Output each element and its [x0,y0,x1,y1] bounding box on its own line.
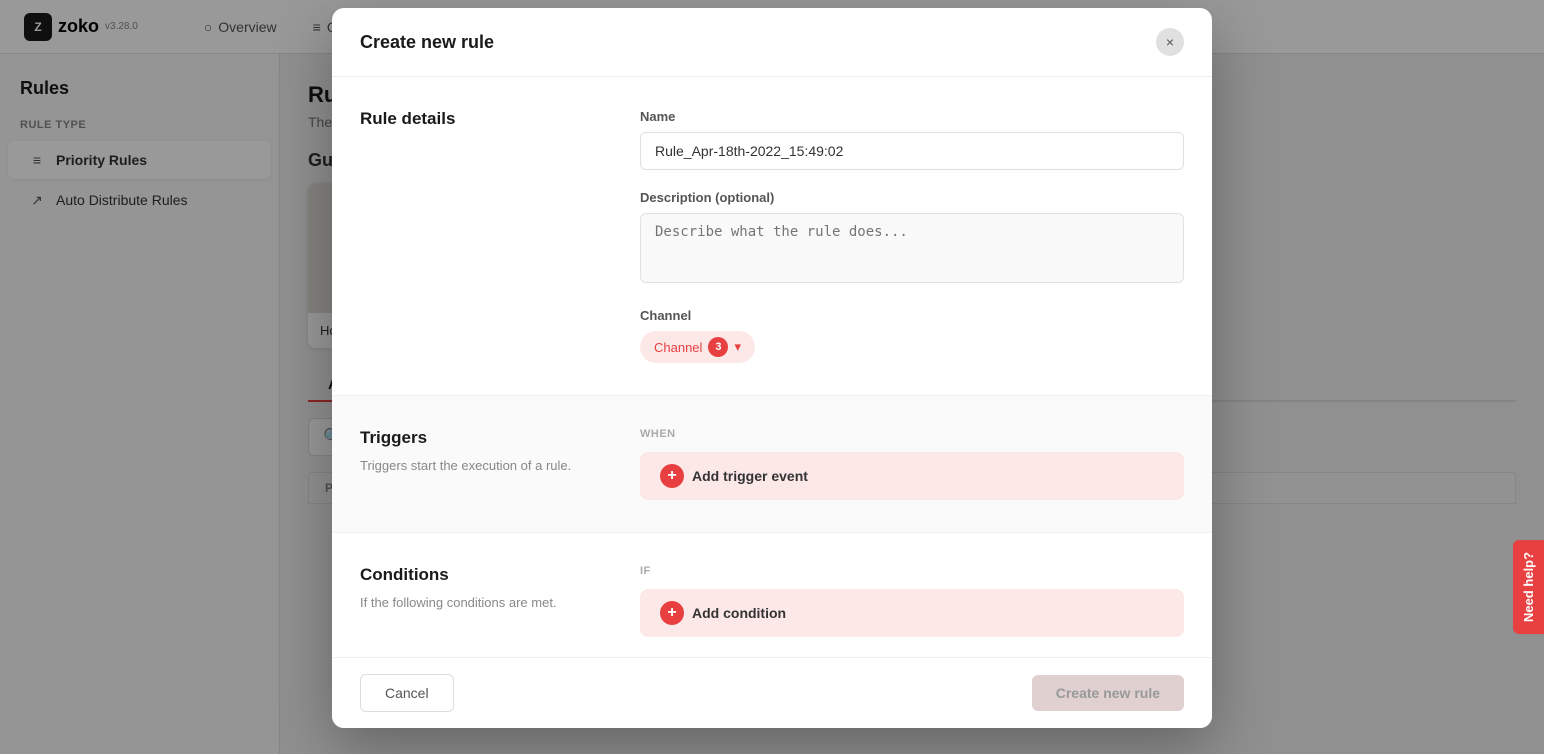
create-rule-modal: Create new rule × Rule details Name Desc… [332,8,1212,728]
modal-body[interactable]: Rule details Name Description (optional)… [332,77,1212,657]
rule-name-input[interactable] [640,132,1184,170]
rule-details-heading: Rule details [360,109,600,129]
add-condition-icon: + [660,601,684,625]
description-input[interactable] [640,213,1184,283]
add-trigger-label: Add trigger event [692,468,808,484]
cancel-button[interactable]: Cancel [360,674,454,712]
triggers-section: Triggers Triggers start the execution of… [332,396,1212,533]
channel-selector[interactable]: Channel 3 ▾ [640,331,755,363]
triggers-right: WHEN + Add trigger event [640,428,1184,500]
add-condition-label: Add condition [692,605,786,621]
create-rule-button[interactable]: Create new rule [1032,675,1184,711]
channel-tag-label: Channel [654,340,702,355]
modal-header: Create new rule × [332,8,1212,77]
cancel-label: Cancel [385,685,429,701]
modal-close-button[interactable]: × [1156,28,1184,56]
conditions-left: Conditions If the following conditions a… [360,565,600,637]
when-label: WHEN [640,428,1184,440]
description-field-label: Description (optional) [640,190,1184,205]
need-help-tab[interactable]: Need help? [1513,540,1544,634]
if-label: IF [640,565,1184,577]
triggers-desc: Triggers start the execution of a rule. [360,456,600,476]
rule-details-left: Rule details [360,109,600,363]
add-condition-button[interactable]: + Add condition [640,589,1184,637]
add-trigger-button[interactable]: + Add trigger event [640,452,1184,500]
modal-title: Create new rule [360,32,494,53]
name-field-label: Name [640,109,1184,124]
modal-overlay: Create new rule × Rule details Name Desc… [0,0,1544,754]
need-help-label: Need help? [1521,552,1536,622]
chevron-down-icon: ▾ [734,339,741,355]
conditions-section: Conditions If the following conditions a… [332,533,1212,657]
triggers-left: Triggers Triggers start the execution of… [360,428,600,500]
triggers-heading: Triggers [360,428,600,448]
channel-field-label: Channel [640,308,1184,323]
conditions-heading: Conditions [360,565,600,585]
channel-count-badge: 3 [708,337,728,357]
close-icon: × [1166,34,1174,50]
add-trigger-icon: + [660,464,684,488]
modal-footer: Cancel Create new rule [332,657,1212,728]
rule-details-section: Rule details Name Description (optional)… [332,77,1212,396]
conditions-desc: If the following conditions are met. [360,593,600,613]
create-label: Create new rule [1056,685,1160,701]
rule-details-right: Name Description (optional) Channel Chan… [640,109,1184,363]
conditions-right: IF + Add condition [640,565,1184,637]
